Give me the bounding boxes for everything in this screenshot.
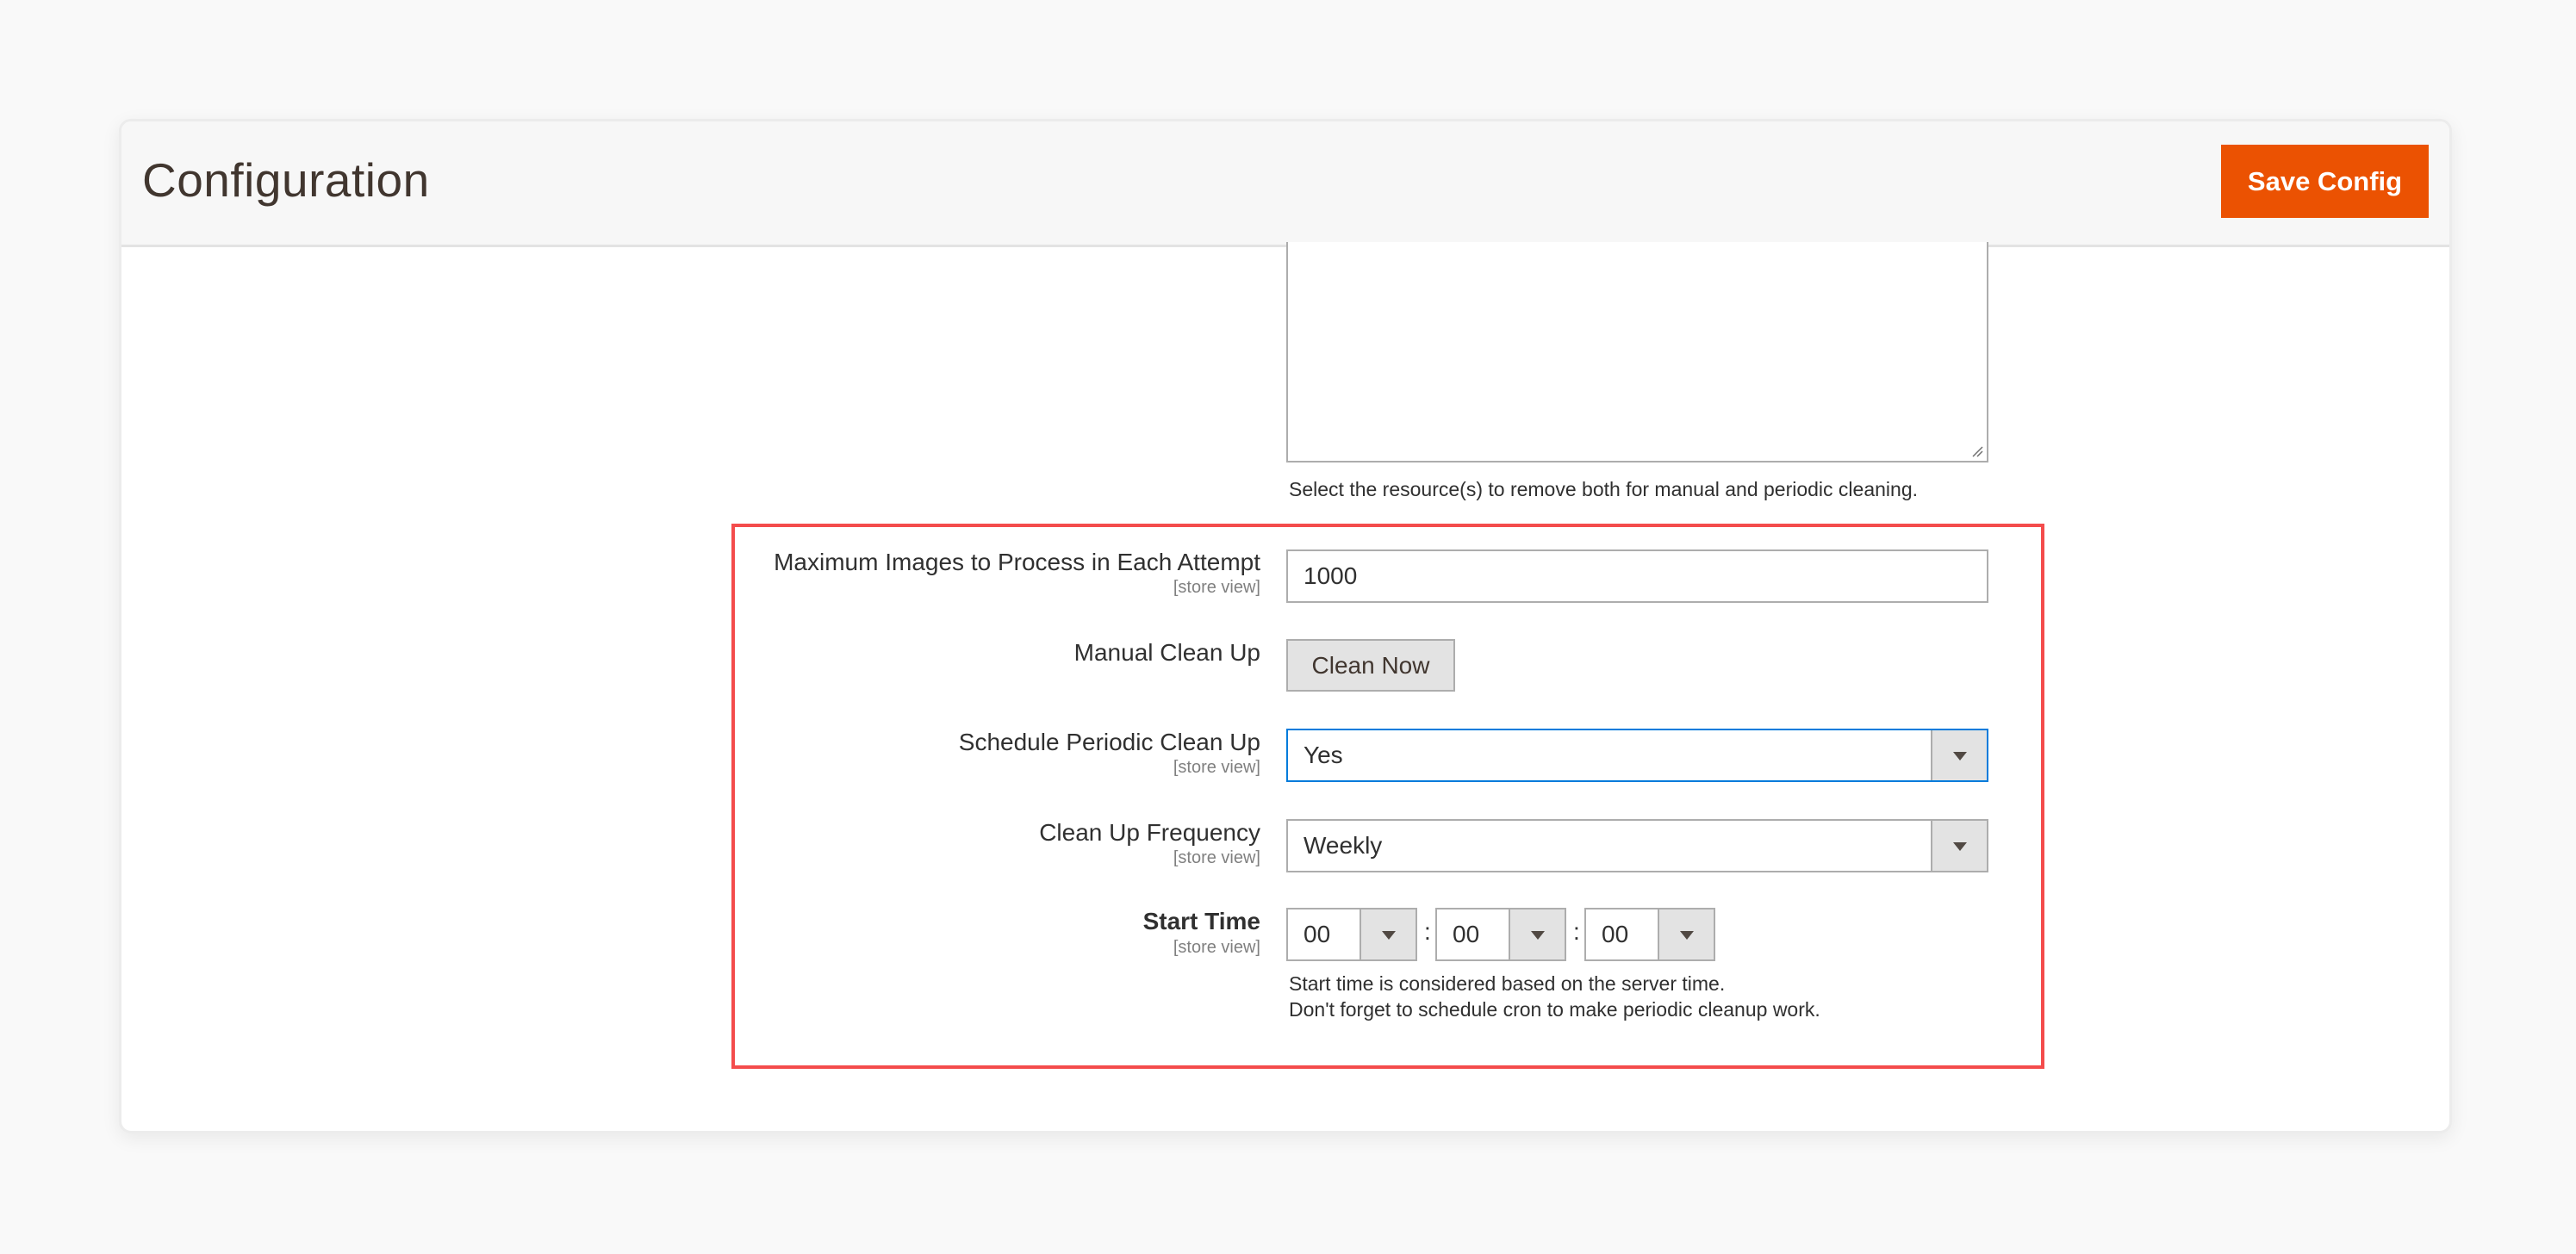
page-title: Configuration [142, 153, 430, 207]
schedule-periodic-value: Yes [1304, 742, 1343, 768]
dropdown-toggle[interactable] [1931, 730, 1987, 780]
start-time-note-2: Don't forget to schedule cron to make pe… [1289, 998, 1820, 1021]
start-minute-value: 00 [1453, 921, 1480, 947]
frequency-select[interactable]: Weekly [1286, 819, 1988, 872]
resources-note: Select the resource(s) to remove both fo… [1289, 478, 1919, 500]
frequency-label: Clean Up Frequency [1039, 819, 1260, 846]
schedule-periodic-select[interactable]: Yes [1286, 729, 1988, 782]
dropdown-toggle[interactable] [1931, 821, 1987, 871]
chevron-down-icon [1952, 752, 1967, 760]
start-time-scope: [store view] [1173, 938, 1260, 957]
manual-cleanup-label: Manual Clean Up [1073, 639, 1260, 666]
max-images-input[interactable] [1286, 549, 1988, 603]
schedule-periodic-label: Schedule Periodic Clean Up [958, 729, 1260, 755]
chevron-down-icon [1381, 931, 1396, 940]
chevron-down-icon [1679, 931, 1694, 940]
dropdown-toggle[interactable] [1509, 909, 1565, 959]
start-second-select[interactable]: 00 [1584, 908, 1715, 961]
resize-grip-icon[interactable] [1971, 445, 1983, 457]
resources-multiselect[interactable] [1286, 242, 1988, 462]
frequency-scope: [store view] [1173, 848, 1260, 867]
clean-now-button[interactable]: Clean Now [1286, 639, 1455, 692]
chevron-down-icon [1530, 931, 1545, 940]
page-header: Configuration Save Config [121, 121, 2449, 247]
frequency-value: Weekly [1304, 832, 1383, 859]
schedule-periodic-scope: [store view] [1173, 758, 1260, 777]
configuration-panel: Configuration Save Config Select the res… [119, 119, 2452, 1133]
start-time-label: Start Time [1142, 908, 1260, 934]
max-images-scope: [store view] [1173, 578, 1260, 597]
start-hour-select[interactable]: 00 [1286, 908, 1417, 961]
start-second-value: 00 [1602, 921, 1629, 947]
time-separator: : [1573, 918, 1580, 945]
save-config-button[interactable]: Save Config [2221, 145, 2429, 218]
chevron-down-icon [1952, 842, 1967, 851]
time-separator: : [1424, 918, 1431, 945]
start-time-note-1: Start time is considered based on the se… [1289, 972, 1726, 995]
max-images-label: Maximum Images to Process in Each Attemp… [774, 549, 1260, 575]
start-hour-value: 00 [1304, 921, 1331, 947]
dropdown-toggle[interactable] [1360, 909, 1416, 959]
dropdown-toggle[interactable] [1658, 909, 1714, 959]
start-minute-select[interactable]: 00 [1435, 908, 1566, 961]
